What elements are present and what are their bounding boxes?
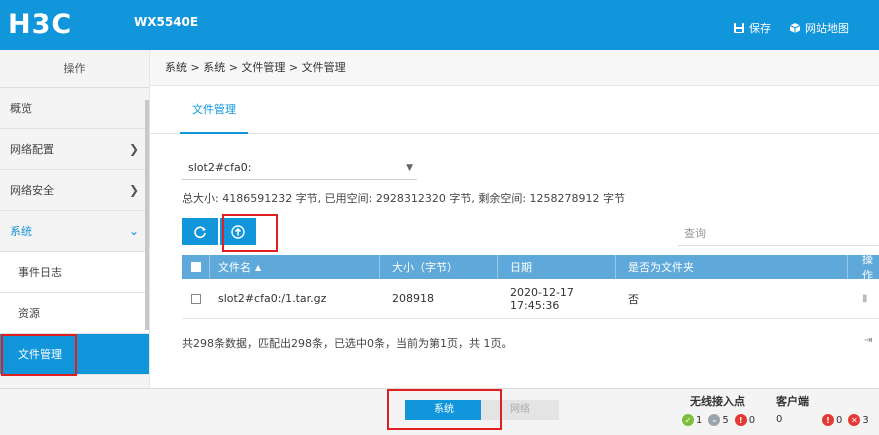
cell-file-name: slot2#cfa0:/1.tar.gz (218, 292, 327, 305)
cell-is-folder: 否 (628, 292, 639, 306)
top-header: H3C WX5540E 保存 网站地图 (0, 0, 879, 50)
sidebar-item-label: 系统 (10, 225, 32, 238)
pager-summary: 共298条数据，匹配出298条，已选中0条，当前为第1页，共 1页。 (182, 337, 513, 350)
cell-file-size: 208918 (392, 292, 434, 305)
chevron-down-icon: ⌄ (128, 224, 139, 238)
device-model: WX5540E (134, 15, 199, 29)
column-header-is-folder[interactable]: 是否为文件夹 (616, 255, 848, 279)
check-icon: ✓ (682, 414, 694, 426)
row-checkbox[interactable] (191, 293, 201, 304)
client-title: 客户端 (776, 395, 809, 408)
column-label: 大小（字节） (392, 261, 458, 274)
ap-stats[interactable]: ✓ 1 –5 ! 0 (682, 414, 761, 426)
tab-bar: 文件管理 (150, 86, 879, 134)
sidebar-item-label: 网络安全 (10, 184, 54, 197)
sidebar-item-system[interactable]: 系统 ⌄ (0, 211, 149, 252)
sidebar-scrollbar[interactable] (145, 100, 149, 330)
caret-down-icon: ▼ (406, 163, 413, 173)
save-icon (734, 23, 744, 33)
refresh-icon (194, 225, 206, 238)
column-label: 是否为文件夹 (628, 261, 694, 274)
select-all-checkbox[interactable] (190, 262, 201, 272)
highlight-footer-system (387, 389, 502, 430)
cube-icon (789, 23, 801, 33)
chevron-right-icon: ❯ (128, 183, 139, 197)
alarm-stats[interactable]: ! 0 ✕ 3 (822, 414, 875, 426)
breadcrumb: 系统 > 系统 > 文件管理 > 文件管理 (150, 50, 879, 86)
sidebar-item-label: 概览 (10, 102, 32, 115)
sitemap-button[interactable]: 网站地图 (789, 20, 849, 36)
client-stats[interactable]: 0 (776, 414, 788, 425)
storage-summary: 总大小: 4186591232 字节, 已用空间: 2928312320 字节,… (182, 192, 626, 205)
alert-icon: ! (822, 414, 834, 426)
sidebar-item-network-security[interactable]: 网络安全 ❯ (0, 170, 149, 211)
row-checkbox-cell (182, 279, 210, 318)
select-all-cell (182, 255, 210, 279)
sidebar-title: 操作 (0, 50, 149, 88)
ap-fault-count: 0 (748, 414, 756, 426)
sidebar-item-label: 网络配置 (10, 143, 54, 156)
refresh-button[interactable] (182, 218, 218, 245)
save-button[interactable]: 保存 (733, 20, 771, 36)
ap-online-count: 1 (696, 414, 703, 426)
storage-select[interactable]: slot2#cfa0: ▼ (182, 156, 417, 180)
storage-select-value: slot2#cfa0: (188, 161, 252, 174)
delete-button[interactable]: ▮ (848, 279, 879, 318)
sidebar-item-overview[interactable]: 概览 (0, 88, 149, 129)
cell-file-date: 2020-12-17 17:45:36 (510, 285, 574, 312)
column-label: 日期 (510, 261, 532, 274)
sidebar-item-label: 资源 (18, 307, 40, 320)
highlight-sidebar (1, 334, 77, 376)
ap-title: 无线接入点 (690, 395, 745, 408)
column-header-name[interactable]: 文件名 ▲ (210, 255, 380, 279)
sidebar-item-network-config[interactable]: 网络配置 ❯ (0, 129, 149, 170)
brand-logo: H3C (8, 9, 73, 40)
table-row[interactable]: slot2#cfa0:/1.tar.gz 208918 2020-12-17 1… (182, 279, 879, 319)
column-label: 文件名 (218, 261, 251, 274)
column-header-date[interactable]: 日期 (498, 255, 616, 279)
page-nav-icon[interactable]: ⇥ (864, 335, 872, 346)
chevron-right-icon: ❯ (128, 142, 139, 156)
column-header-operation: 操作 (848, 253, 879, 282)
sidebar-item-label: 事件日志 (18, 266, 62, 279)
sort-up-icon: ▲ (255, 262, 262, 272)
search-input[interactable]: 查询 (678, 222, 879, 246)
highlight-upload (222, 214, 278, 252)
client-count: 0 (776, 414, 783, 425)
column-header-size[interactable]: 大小（字节） (380, 255, 498, 279)
close-icon: ✕ (848, 414, 861, 426)
save-label: 保存 (749, 22, 771, 35)
main-content: 系统 > 系统 > 文件管理 > 文件管理 文件管理 slot2#cfa0: ▼… (150, 50, 879, 388)
sitemap-label: 网站地图 (805, 22, 849, 35)
tab-file-management[interactable]: 文件管理 (180, 86, 248, 134)
alarm-critical-count: 3 (862, 414, 869, 426)
sidebar-subitem-resources[interactable]: 资源 (0, 293, 149, 334)
alert-icon: ! (734, 414, 747, 426)
ap-offline-count: 5 (722, 414, 729, 426)
sidebar-subitem-event-log[interactable]: 事件日志 (0, 252, 149, 293)
alarm-warning-count: 0 (836, 414, 843, 426)
table-header: 文件名 ▲ 大小（字节） 日期 是否为文件夹 操作 (182, 253, 879, 282)
trash-icon: ▮ (862, 293, 868, 304)
minus-icon: – (708, 414, 721, 426)
search-placeholder: 查询 (684, 227, 706, 240)
